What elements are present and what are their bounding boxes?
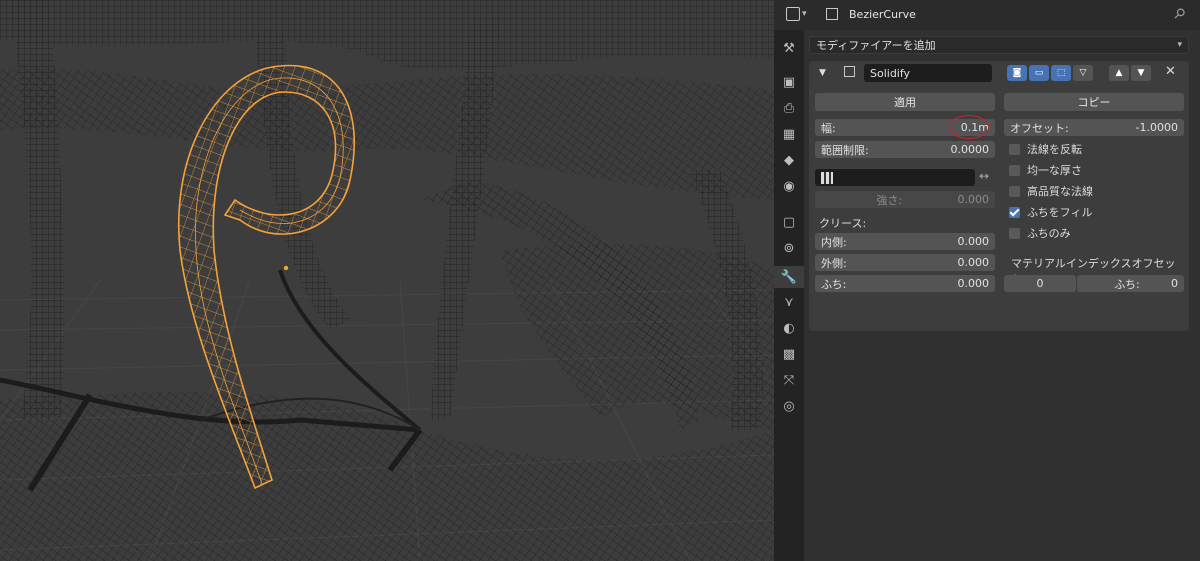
crease-outer-field[interactable]: 外側: 0.000 (815, 254, 995, 271)
add-modifier-dropdown[interactable]: モディファイアーを追加 ▾ (809, 36, 1189, 54)
offset-field[interactable]: オフセット: -1.0000 (1004, 119, 1184, 136)
checkmark-icon (1009, 206, 1020, 218)
world-icon[interactable]: ◉ (781, 178, 797, 194)
edit-mode-toggle-icon[interactable]: ⬚ (1051, 65, 1071, 81)
close-icon[interactable]: ✕ (1165, 64, 1176, 79)
object-data-icon[interactable]: ⤧ (781, 372, 797, 388)
properties-header: ▾ BezierCurve ⚲ (774, 0, 1200, 30)
checkbox-box (1009, 227, 1020, 239)
object-icon (826, 8, 838, 20)
move-down-icon[interactable]: ▼ (1131, 65, 1151, 81)
on-cage-toggle-icon[interactable]: ▽ (1073, 65, 1093, 81)
properties-editor: ▾ BezierCurve ⚲ ⚒ ▣ ⎙ ▦ ◆ ◉ ▢ ⊚ 🔧 ⋎ ◐ ▩ … (774, 0, 1200, 561)
high-quality-normals-checkbox[interactable]: 高品質な法線 (1009, 183, 1093, 199)
modifier-name-field[interactable]: Solidify (864, 64, 992, 82)
invert-vertex-group-icon[interactable]: ↔ (979, 169, 989, 183)
vertex-group-field[interactable] (815, 169, 975, 186)
even-thickness-checkbox[interactable]: 均一な厚さ (1009, 162, 1082, 178)
particles-icon[interactable]: ⋎ (781, 294, 797, 310)
modifier-panel-area: モディファイアーを追加 ▾ ▼ Solidify ◙ ▭ ⬚ ▽ ▲ ▼ ✕ 適… (804, 30, 1200, 561)
render-icon[interactable]: ▣ (781, 74, 797, 90)
realtime-display-toggle-icon[interactable]: ▭ (1029, 65, 1049, 81)
flip-normals-checkbox[interactable]: 法線を反転 (1009, 141, 1082, 157)
camera-render-toggle-icon[interactable]: ◙ (1007, 65, 1027, 81)
properties-tabs: ⚒ ▣ ⎙ ▦ ◆ ◉ ▢ ⊚ 🔧 ⋎ ◐ ▩ ⤧ ◎ (774, 30, 804, 561)
editor-type-icon[interactable] (786, 7, 800, 21)
material-offset-field[interactable]: 0 (1004, 275, 1076, 292)
checkbox-box (1009, 164, 1020, 176)
physics-icon[interactable]: ◐ (781, 320, 797, 336)
strength-field[interactable]: 強さ: 0.000 (815, 191, 995, 208)
view-layer-icon[interactable]: ▦ (781, 126, 797, 142)
solidify-modifier-icon (844, 66, 855, 77)
viewport-scene (0, 0, 774, 561)
texture-icon[interactable]: ▩ (781, 346, 797, 362)
scene-icon[interactable]: ◆ (781, 152, 797, 168)
only-rim-checkbox[interactable]: ふちのみ (1009, 225, 1071, 241)
chevron-down-icon[interactable]: ▾ (802, 9, 807, 19)
crease-rim-field[interactable]: ふち: 0.000 (815, 275, 995, 292)
checkbox-box (1009, 185, 1020, 197)
3d-viewport[interactable] (0, 0, 774, 561)
constraint-icon[interactable]: ⊚ (781, 240, 797, 256)
move-up-icon[interactable]: ▲ (1109, 65, 1129, 81)
red-annotation-circle (949, 115, 989, 139)
material-icon[interactable]: ◎ (781, 398, 797, 414)
vertex-group-icon (821, 171, 833, 184)
copy-button[interactable]: コピー (1004, 93, 1184, 111)
apply-button[interactable]: 適用 (815, 93, 995, 111)
clamp-field[interactable]: 範囲制限: 0.0000 (815, 141, 995, 158)
modifier-icon[interactable]: 🔧 (774, 266, 804, 288)
checkbox-box (1009, 143, 1020, 155)
collapse-arrow-icon[interactable]: ▼ (819, 68, 826, 78)
tool-icon[interactable]: ⚒ (781, 40, 797, 56)
fill-rim-checkbox[interactable]: ふちをフィル (1009, 204, 1092, 220)
chevron-down-icon: ▾ (1177, 40, 1182, 50)
solidify-modifier-box: ▼ Solidify ◙ ▭ ⬚ ▽ ▲ ▼ ✕ 適用 コピー 幅: 0.1m … (809, 61, 1189, 331)
add-modifier-label: モディファイアーを追加 (816, 39, 936, 52)
output-icon[interactable]: ⎙ (781, 100, 797, 116)
pin-icon[interactable]: ⚲ (1170, 5, 1189, 24)
object-name: BezierCurve (849, 8, 916, 21)
material-rim-offset-field[interactable]: ふち: 0 (1077, 275, 1184, 292)
object-origin-dot (283, 265, 289, 271)
crease-inner-field[interactable]: 内側: 0.000 (815, 233, 995, 250)
crease-heading: クリース: (819, 217, 867, 230)
object-icon[interactable]: ▢ (781, 214, 797, 230)
